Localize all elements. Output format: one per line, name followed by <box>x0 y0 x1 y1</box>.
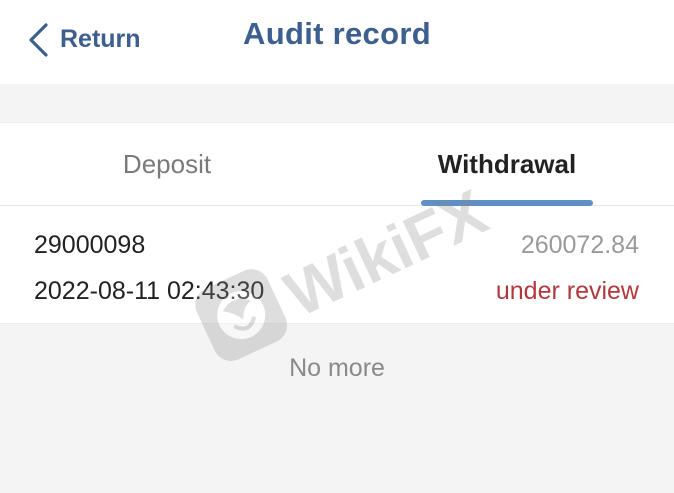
section-gap <box>0 84 674 122</box>
status-badge: under review <box>495 277 639 305</box>
list-item[interactable]: 29000098 260072.84 2022-08-11 02:43:30 u… <box>0 206 674 324</box>
record-id: 29000098 <box>34 231 146 259</box>
tab-withdrawal[interactable]: Withdrawal <box>384 123 630 207</box>
header-bar: Return Audit record <box>0 0 674 84</box>
no-more-label: No more <box>289 354 385 382</box>
tab-bar: Deposit Withdrawal <box>0 122 674 206</box>
tab-deposit[interactable]: Deposit <box>0 123 334 207</box>
page-title: Audit record <box>243 16 431 51</box>
record-time: 2022-08-11 02:43:30 <box>34 277 265 305</box>
record-amount: 260072.84 <box>520 231 639 259</box>
